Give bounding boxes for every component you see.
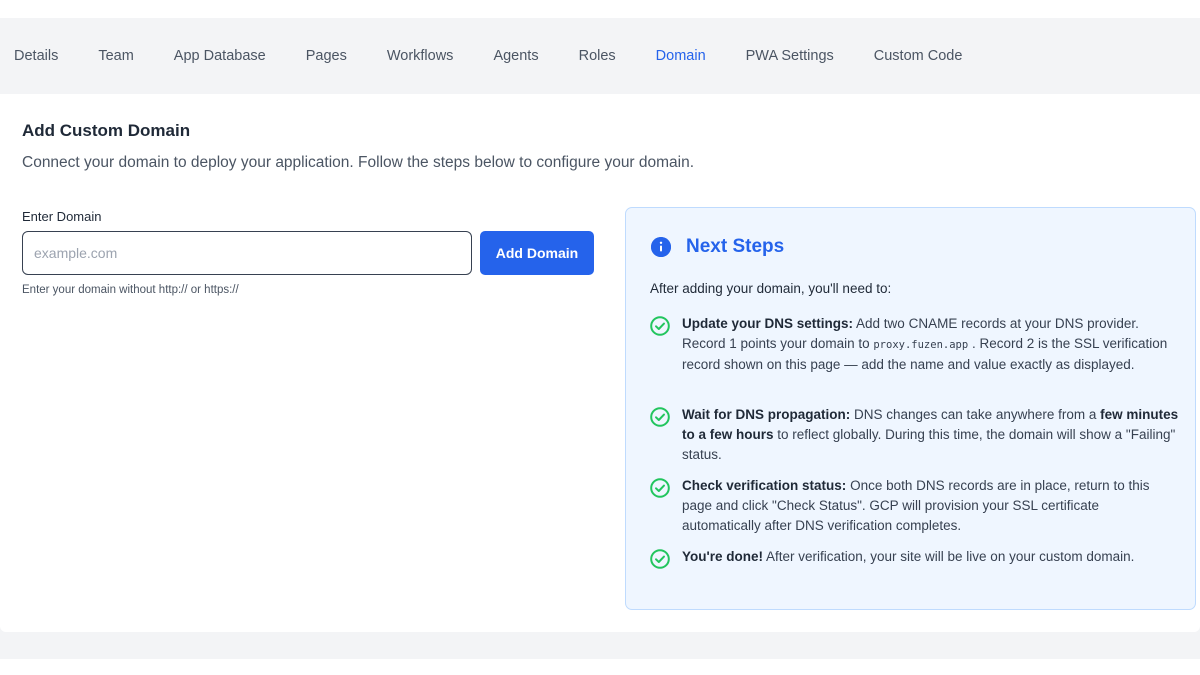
page-title: Add Custom Domain (22, 121, 191, 140)
step-item: Check verification status: Once both DNS… (650, 476, 1180, 536)
step-text: Wait for DNS propagation: DNS changes ca… (682, 405, 1180, 465)
domain-input[interactable] (22, 231, 472, 275)
tab-details[interactable]: Details (14, 48, 58, 64)
step-heading: Wait for DNS propagation: (682, 407, 851, 422)
step-text: You're done! After verification, your si… (682, 547, 1134, 574)
tab-domain[interactable]: Domain (656, 48, 706, 64)
code-snippet: proxy.fuzen.app (873, 339, 969, 351)
step-body: DNS changes can take anywhere from a (850, 407, 1101, 422)
tab-roles[interactable]: Roles (579, 48, 616, 64)
tab-workflows[interactable]: Workflows (387, 48, 454, 64)
step-item: Wait for DNS propagation: DNS changes ca… (650, 405, 1180, 465)
step-heading: You're done! (682, 549, 763, 564)
next-steps-panel: Next Steps After adding your domain, you… (625, 207, 1196, 610)
tab-bar: Details Team App Database Pages Workflow… (0, 18, 1200, 94)
domain-hint: Enter your domain without http:// or htt… (22, 284, 239, 296)
step-text: Update your DNS settings: Add two CNAME … (682, 314, 1180, 375)
tab-app-database[interactable]: App Database (174, 48, 266, 64)
step-item: Update your DNS settings: Add two CNAME … (650, 314, 1180, 375)
domain-field-label: Enter Domain (22, 209, 102, 224)
next-steps-intro: After adding your domain, you'll need to… (650, 281, 892, 296)
tab-custom-code[interactable]: Custom Code (874, 48, 963, 64)
page-frame: Details Team App Database Pages Workflow… (0, 18, 1200, 659)
check-circle-icon (650, 407, 672, 465)
tab-pages[interactable]: Pages (306, 48, 347, 64)
step-heading: Update your DNS settings: (682, 316, 854, 331)
tab-team[interactable]: Team (98, 48, 133, 64)
check-circle-icon (650, 478, 672, 536)
step-body: After verification, your site will be li… (762, 549, 1135, 564)
step-item: You're done! After verification, your si… (650, 547, 1180, 574)
step-text: Check verification status: Once both DNS… (682, 476, 1180, 536)
tab-pwa-settings[interactable]: PWA Settings (746, 48, 834, 64)
info-icon (651, 237, 671, 257)
tab-agents[interactable]: Agents (493, 48, 538, 64)
page-subtitle: Connect your domain to deploy your appli… (22, 154, 695, 171)
check-circle-icon (650, 316, 672, 375)
step-heading: Check verification status: (682, 478, 847, 493)
check-circle-icon (650, 549, 672, 574)
next-steps-header: Next Steps (651, 236, 784, 258)
domain-card: Add Custom Domain Connect your domain to… (0, 94, 1200, 632)
add-domain-button[interactable]: Add Domain (480, 231, 594, 275)
next-steps-title: Next Steps (686, 236, 785, 257)
